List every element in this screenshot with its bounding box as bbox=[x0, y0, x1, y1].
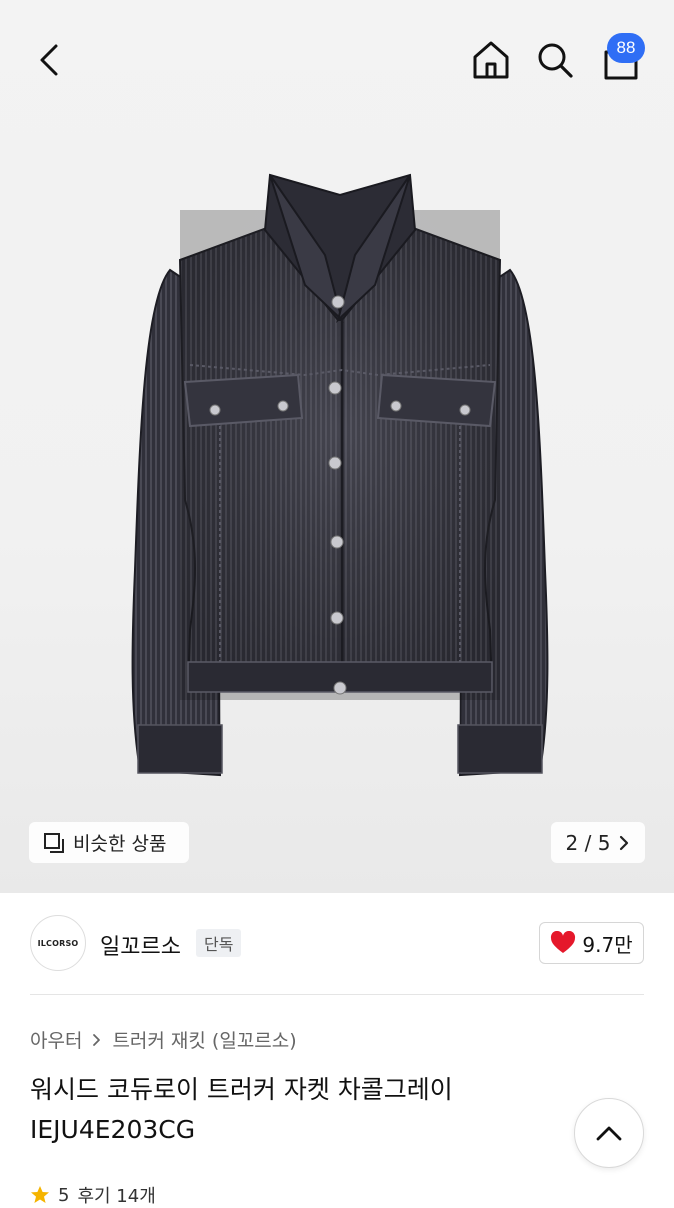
brand-name[interactable]: 일꼬르소 bbox=[100, 929, 181, 961]
chevron-up-icon bbox=[596, 1126, 622, 1141]
brand-logo[interactable]: ILCORSO bbox=[30, 915, 86, 971]
product-photo bbox=[120, 170, 560, 785]
similar-products-button[interactable]: 비슷한 상품 bbox=[29, 822, 189, 863]
divider bbox=[30, 994, 644, 995]
exclusive-badge: 단독 bbox=[196, 929, 242, 957]
top-bar: 88 bbox=[0, 0, 674, 120]
search-icon bbox=[538, 43, 573, 78]
chevron-right-icon bbox=[620, 835, 629, 850]
back-button[interactable] bbox=[24, 38, 74, 82]
heart-icon bbox=[551, 931, 576, 953]
product-title: 워시드 코듀로이 트러커 자켓 차콜그레이 IEJU4E203CG bbox=[30, 1075, 453, 1144]
review-rating: 5 bbox=[58, 1184, 70, 1206]
chevron-right-icon bbox=[93, 1033, 101, 1046]
like-button[interactable]: 9.7만 bbox=[539, 922, 644, 964]
review-count: 후기 14개 bbox=[77, 1186, 156, 1207]
brand-row: ILCORSO 일꼬르소 단독 9.7만 bbox=[0, 893, 674, 995]
like-count: 9.7만 bbox=[582, 932, 633, 957]
chevron-left-icon bbox=[40, 44, 58, 76]
cart-count-badge: 88 bbox=[607, 33, 645, 63]
image-pager[interactable]: 2 / 5 bbox=[551, 822, 645, 863]
product-image-gallery[interactable]: 88 비슷한 상품 2 / 5 bbox=[0, 0, 674, 893]
image-pager-label: 2 / 5 bbox=[565, 830, 611, 855]
breadcrumb-subcategory[interactable]: 트러커 재킷 (일꼬르소) bbox=[112, 1026, 296, 1053]
similar-icon bbox=[44, 832, 64, 853]
similar-products-label: 비슷한 상품 bbox=[73, 833, 167, 855]
search-button[interactable] bbox=[531, 36, 579, 84]
breadcrumb: 아우터 트러커 재킷 (일꼬르소) bbox=[30, 1026, 297, 1053]
scroll-to-top-button[interactable] bbox=[574, 1098, 644, 1168]
home-button[interactable] bbox=[466, 36, 516, 84]
home-icon bbox=[473, 41, 509, 79]
breadcrumb-category[interactable]: 아우터 bbox=[30, 1026, 82, 1053]
review-summary[interactable]: 5 후기 14개 bbox=[30, 1182, 156, 1208]
star-icon bbox=[31, 1186, 49, 1203]
